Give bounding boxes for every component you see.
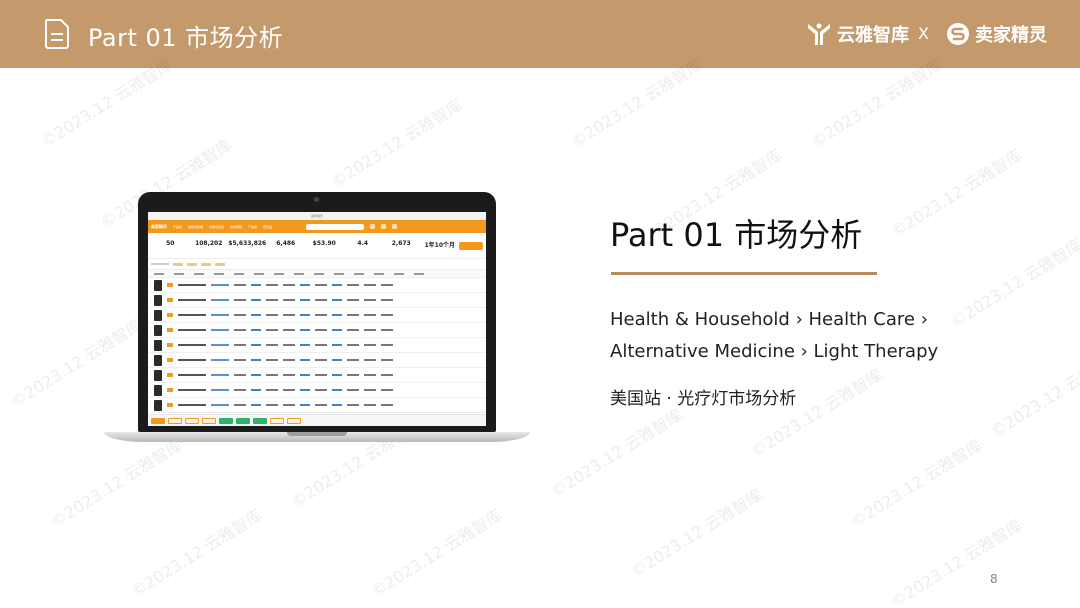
screen-stat-value: 4.4 <box>357 240 369 247</box>
screen-stat-value: $5,633,826 <box>228 240 267 247</box>
brand-sellersprite-label: 卖家精灵 <box>975 25 1047 46</box>
screen-stat: 1年10个月 <box>421 235 460 256</box>
screen-nav-item: 市场调研 <box>230 224 243 229</box>
screen-toolbar-button <box>381 224 387 229</box>
watermark: ©2023.12 云雅智库 <box>127 505 266 602</box>
watermark: ©2023.12 云雅智库 <box>987 345 1080 442</box>
screen-stat-value: 50 <box>166 240 175 247</box>
laptop-lid: 卖家精灵 卖家精灵 产品库 关键词挖掘 关键词反查 市场调研 产品库 查竞品 5… <box>138 192 496 432</box>
screen-stats-bar: 50 108,202 $5,633,826 6,486 $53.90 4.4 2… <box>148 233 486 259</box>
watermark: ©2023.12 云雅智库 <box>547 405 686 502</box>
screen-toolbar-button <box>370 224 376 229</box>
screen-nav-item: 产品库 <box>173 224 183 229</box>
laptop-notch <box>287 432 347 436</box>
brand-separator: X <box>918 24 929 43</box>
screen-stat: 2,673 <box>382 235 421 256</box>
header-title: Part 01 市场分析 <box>88 24 284 52</box>
screen-logo: 卖家精灵 <box>151 223 167 229</box>
brand-yunya: 云雅智库 <box>806 20 909 48</box>
category-path-line2: Alternative Medicine › Light Therapy <box>610 341 939 362</box>
laptop-illustration: 卖家精灵 卖家精灵 产品库 关键词挖掘 关键词反查 市场调研 产品库 查竞品 5… <box>104 190 530 450</box>
brand-yunya-label: 云雅智库 <box>837 25 909 46</box>
sellersprite-logo-icon <box>947 23 969 45</box>
screen-stat: 4.4 <box>344 235 383 256</box>
watermark: ©2023.12 云雅智库 <box>627 485 766 582</box>
screen-table-row <box>148 338 486 353</box>
watermark: ©2023.12 云雅智库 <box>887 145 1026 242</box>
screen-stat-value: 2,673 <box>391 240 411 247</box>
screen-table-row <box>148 278 486 293</box>
watermark: ©2023.12 云雅智库 <box>847 435 986 532</box>
screen-stat-value: 108,202 <box>195 240 223 247</box>
category-path-line1: Health & Household › Health Care › <box>610 309 928 330</box>
screen-table-row <box>148 368 486 383</box>
watermark: ©2023.12 云雅智库 <box>327 95 466 192</box>
watermark: ©2023.12 云雅智库 <box>747 365 886 462</box>
screen-nav-item: 查竞品 <box>263 224 273 229</box>
screen-stat-value: $53.90 <box>312 240 336 247</box>
screen-nav-item: 关键词反查 <box>209 224 225 229</box>
watermark: ©2023.12 云雅智库 <box>887 515 1026 608</box>
screen-stat-value: 6,486 <box>276 240 296 247</box>
brand-sellersprite: 卖家精灵 <box>946 20 1047 48</box>
screen-stat: 6,486 <box>267 235 306 256</box>
screen-stat: $53.90 <box>305 235 344 256</box>
yunya-logo-icon <box>808 23 830 45</box>
screen-export-button <box>459 241 483 250</box>
screenshot-product-research: 卖家精灵 卖家精灵 产品库 关键词挖掘 关键词反查 市场调研 产品库 查竞品 5… <box>148 212 486 426</box>
slide-heading: Part 01 市场分析 <box>610 216 863 254</box>
screen-table-row <box>148 293 486 308</box>
screen-stat: 50 <box>151 235 190 256</box>
screen-table-row <box>148 308 486 323</box>
page-number: 8 <box>990 572 998 586</box>
slide-subtitle: 美国站 · 光疗灯市场分析 <box>610 389 797 409</box>
watermark: ©2023.12 云雅智库 <box>947 235 1080 332</box>
screen-navbar: 卖家精灵 产品库 关键词挖掘 关键词反查 市场调研 产品库 查竞品 <box>148 220 486 233</box>
watermark: ©2023.12 云雅智库 <box>367 505 506 602</box>
screen-window-title: 卖家精灵 <box>148 212 486 220</box>
screen-nav-item: 关键词挖掘 <box>188 224 204 229</box>
screen-footer-toolbar <box>148 414 486 426</box>
screen-stat: $5,633,826 <box>228 235 267 256</box>
screen-search-box <box>306 223 365 230</box>
screen-nav-item: 产品库 <box>248 224 258 229</box>
screen-table-header <box>148 269 486 278</box>
heading-underline <box>611 272 877 275</box>
document-icon <box>44 19 69 49</box>
screen-stat: 108,202 <box>190 235 229 256</box>
header-bar: Part 01 市场分析 云雅智库 X 卖家精灵 <box>0 0 1080 68</box>
screen-table-row <box>148 353 486 368</box>
camera-icon <box>314 197 319 202</box>
screen-table-row <box>148 398 486 413</box>
screen-table-row <box>148 383 486 398</box>
screen-filter-row <box>148 259 486 269</box>
screen-table-row <box>148 323 486 338</box>
screen-stat-value: 1年10个月 <box>424 242 456 249</box>
screen-toolbar-button <box>392 224 398 229</box>
